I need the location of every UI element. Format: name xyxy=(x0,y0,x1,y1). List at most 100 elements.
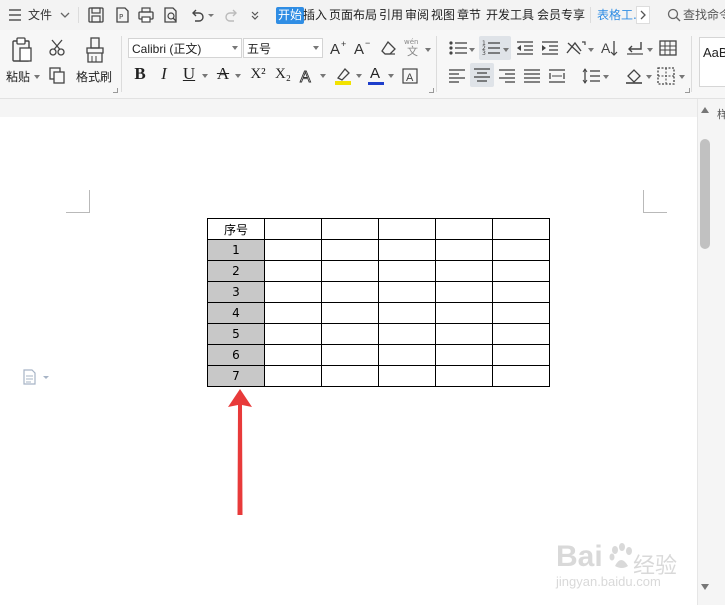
table-cell[interactable] xyxy=(321,260,379,282)
paste-button[interactable]: 粘贴 xyxy=(6,68,30,85)
copy-icon[interactable] xyxy=(48,66,66,87)
strikethrough-button[interactable]: A xyxy=(214,64,232,84)
table-cell[interactable] xyxy=(378,281,436,303)
underline-dropdown-icon[interactable] xyxy=(202,74,208,78)
text-direction-icon[interactable] xyxy=(565,39,587,60)
table-cell[interactable] xyxy=(435,365,493,387)
tab-home[interactable]: 开始 xyxy=(276,7,305,24)
paragraph-group-launcher[interactable] xyxy=(685,88,690,93)
bullet-list-icon[interactable] xyxy=(448,39,468,60)
strikethrough-dropdown-icon[interactable] xyxy=(235,74,241,78)
table-cell[interactable] xyxy=(264,239,322,261)
search-icon[interactable] xyxy=(667,6,681,24)
align-left-icon[interactable] xyxy=(448,67,466,88)
table-cell[interactable] xyxy=(321,323,379,345)
undo-dropdown-icon[interactable] xyxy=(207,6,215,24)
row-number-cell[interactable]: 5 xyxy=(207,323,265,345)
superscript-button[interactable]: X² xyxy=(247,64,269,84)
bullet-list-dropdown-icon[interactable] xyxy=(469,48,475,52)
row-number-cell[interactable]: 4 xyxy=(207,302,265,324)
table-cell[interactable] xyxy=(378,239,436,261)
undo-icon[interactable] xyxy=(188,6,206,24)
cut-icon[interactable] xyxy=(48,38,66,59)
row-number-cell[interactable]: 6 xyxy=(207,344,265,366)
print-preview-icon[interactable] xyxy=(162,6,180,24)
table-cell[interactable] xyxy=(264,323,322,345)
table-cell[interactable] xyxy=(321,281,379,303)
table-cell[interactable] xyxy=(264,344,322,366)
scroll-down-arrow-icon[interactable] xyxy=(700,580,710,594)
table-cell[interactable] xyxy=(321,344,379,366)
row-number-cell[interactable]: 7 xyxy=(207,365,265,387)
table-cell[interactable] xyxy=(492,344,550,366)
export-pdf-icon[interactable]: P xyxy=(113,6,131,24)
table-cell[interactable] xyxy=(435,323,493,345)
font-color-dropdown-icon[interactable] xyxy=(388,74,394,78)
show-marks-dropdown-icon[interactable] xyxy=(647,48,653,52)
table-cell[interactable] xyxy=(435,239,493,261)
subscript-button[interactable]: X₂ xyxy=(272,64,294,84)
table-cell[interactable] xyxy=(264,218,322,240)
table-cell[interactable] xyxy=(378,365,436,387)
phonetic-guide-icon[interactable]: wén 文 xyxy=(403,37,425,60)
text-effects-dropdown-icon[interactable] xyxy=(320,74,326,78)
table-cell[interactable] xyxy=(492,365,550,387)
table-cell[interactable] xyxy=(321,239,379,261)
file-menu[interactable]: 文件 xyxy=(28,0,52,30)
scroll-up-arrow-icon[interactable] xyxy=(700,103,710,117)
table-cell[interactable] xyxy=(435,302,493,324)
line-spacing-dropdown-icon[interactable] xyxy=(603,75,609,79)
format-painter-button[interactable]: 格式刷 xyxy=(76,68,112,85)
justify-icon[interactable] xyxy=(523,67,541,88)
highlight-dropdown-icon[interactable] xyxy=(356,74,362,78)
tab-member[interactable]: 会员专享 xyxy=(537,7,585,24)
table-cell[interactable] xyxy=(321,302,379,324)
table-cell[interactable] xyxy=(435,281,493,303)
italic-button[interactable]: I xyxy=(155,64,173,84)
row-number-cell[interactable]: 2 xyxy=(207,260,265,282)
paste-dropdown-icon[interactable] xyxy=(34,75,40,79)
row-number-cell[interactable]: 3 xyxy=(207,281,265,303)
font-size-select[interactable]: 五号 xyxy=(243,38,323,58)
borders-icon[interactable] xyxy=(657,67,675,88)
table-cell[interactable] xyxy=(492,260,550,282)
tab-references[interactable]: 引用 xyxy=(379,7,403,24)
clear-formatting-icon[interactable] xyxy=(379,39,397,60)
table-cell[interactable] xyxy=(435,260,493,282)
tab-developer[interactable]: 开发工具 xyxy=(486,7,534,24)
table-grid-icon[interactable] xyxy=(659,39,677,60)
scrollbar-thumb[interactable] xyxy=(700,139,710,249)
shading-dropdown-icon[interactable] xyxy=(646,75,652,79)
table-cell[interactable] xyxy=(435,344,493,366)
table-cell[interactable] xyxy=(378,218,436,240)
sort-icon[interactable]: A xyxy=(600,39,618,60)
align-right-icon[interactable] xyxy=(498,67,516,88)
search-commands[interactable]: 查找命令 xyxy=(683,7,725,24)
menu-icon[interactable] xyxy=(8,0,22,30)
tab-page-layout[interactable]: 页面布局 xyxy=(329,7,377,24)
table-cell[interactable] xyxy=(435,218,493,240)
character-border-icon[interactable]: A xyxy=(401,67,419,88)
tab-chapter[interactable]: 章节 xyxy=(457,7,481,24)
underline-button[interactable]: U xyxy=(180,64,198,84)
text-direction-dropdown-icon[interactable] xyxy=(588,48,594,52)
text-effects-icon[interactable]: A xyxy=(299,67,317,88)
font-name-select[interactable]: Calibri (正文) xyxy=(128,38,242,58)
show-marks-icon[interactable] xyxy=(625,39,645,60)
table-cell[interactable] xyxy=(378,260,436,282)
table-cell[interactable] xyxy=(264,302,322,324)
document-table[interactable]: 序号 1 2 3 4 5 6 7 xyxy=(207,218,550,387)
table-cell[interactable] xyxy=(321,218,379,240)
tab-view[interactable]: 视图 xyxy=(431,7,455,24)
header-cell[interactable]: 序号 xyxy=(207,218,265,240)
style-gallery[interactable]: AaB xyxy=(699,37,725,87)
paste-icon[interactable] xyxy=(10,37,34,66)
table-cell[interactable] xyxy=(492,281,550,303)
table-cell[interactable] xyxy=(492,323,550,345)
print-icon[interactable] xyxy=(137,6,155,24)
table-cell[interactable] xyxy=(378,323,436,345)
table-cell[interactable] xyxy=(321,365,379,387)
highlight-icon[interactable] xyxy=(333,66,353,89)
table-cell[interactable] xyxy=(378,302,436,324)
table-cell[interactable] xyxy=(264,365,322,387)
